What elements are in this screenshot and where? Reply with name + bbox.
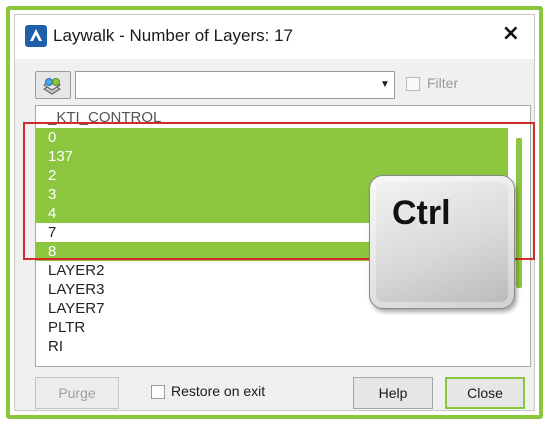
list-item[interactable]: PLTR [36, 318, 508, 337]
close-icon[interactable]: × [502, 21, 520, 47]
filter-checkbox[interactable] [406, 77, 420, 91]
ctrl-key-overlay: Ctrl [369, 175, 515, 309]
layer-name: RI [48, 338, 63, 355]
restore-on-exit-label: Restore on exit [171, 383, 266, 399]
layer-name: PLTR [48, 319, 86, 336]
chevron-down-icon[interactable]: ▼ [376, 72, 394, 98]
help-button[interactable]: Help [353, 377, 433, 409]
laywalk-dialog: Laywalk - Number of Layers: 17 × ▼ Filte… [14, 14, 535, 411]
layer-filter-combo[interactable]: ▼ [75, 71, 395, 99]
layer-name: LAYER7 [48, 300, 105, 317]
key-label: Ctrl [392, 194, 451, 232]
window-title: Laywalk - Number of Layers: 17 [53, 26, 293, 45]
filter-label: Filter [427, 75, 459, 91]
title-bar: Laywalk - Number of Layers: 17 × [15, 15, 534, 59]
autocad-app-icon [25, 25, 47, 47]
purge-button[interactable]: Purge [35, 377, 119, 409]
list-item[interactable]: RI [36, 337, 508, 356]
dialog-frame: Laywalk - Number of Layers: 17 × ▼ Filte… [6, 6, 543, 419]
layer-name: LAYER3 [48, 281, 105, 298]
layer-select-icon [43, 78, 61, 95]
select-objects-button[interactable] [35, 71, 71, 99]
restore-on-exit-checkbox[interactable] [151, 385, 165, 399]
layer-name: LAYER2 [48, 262, 105, 279]
close-button[interactable]: Close [445, 377, 525, 409]
